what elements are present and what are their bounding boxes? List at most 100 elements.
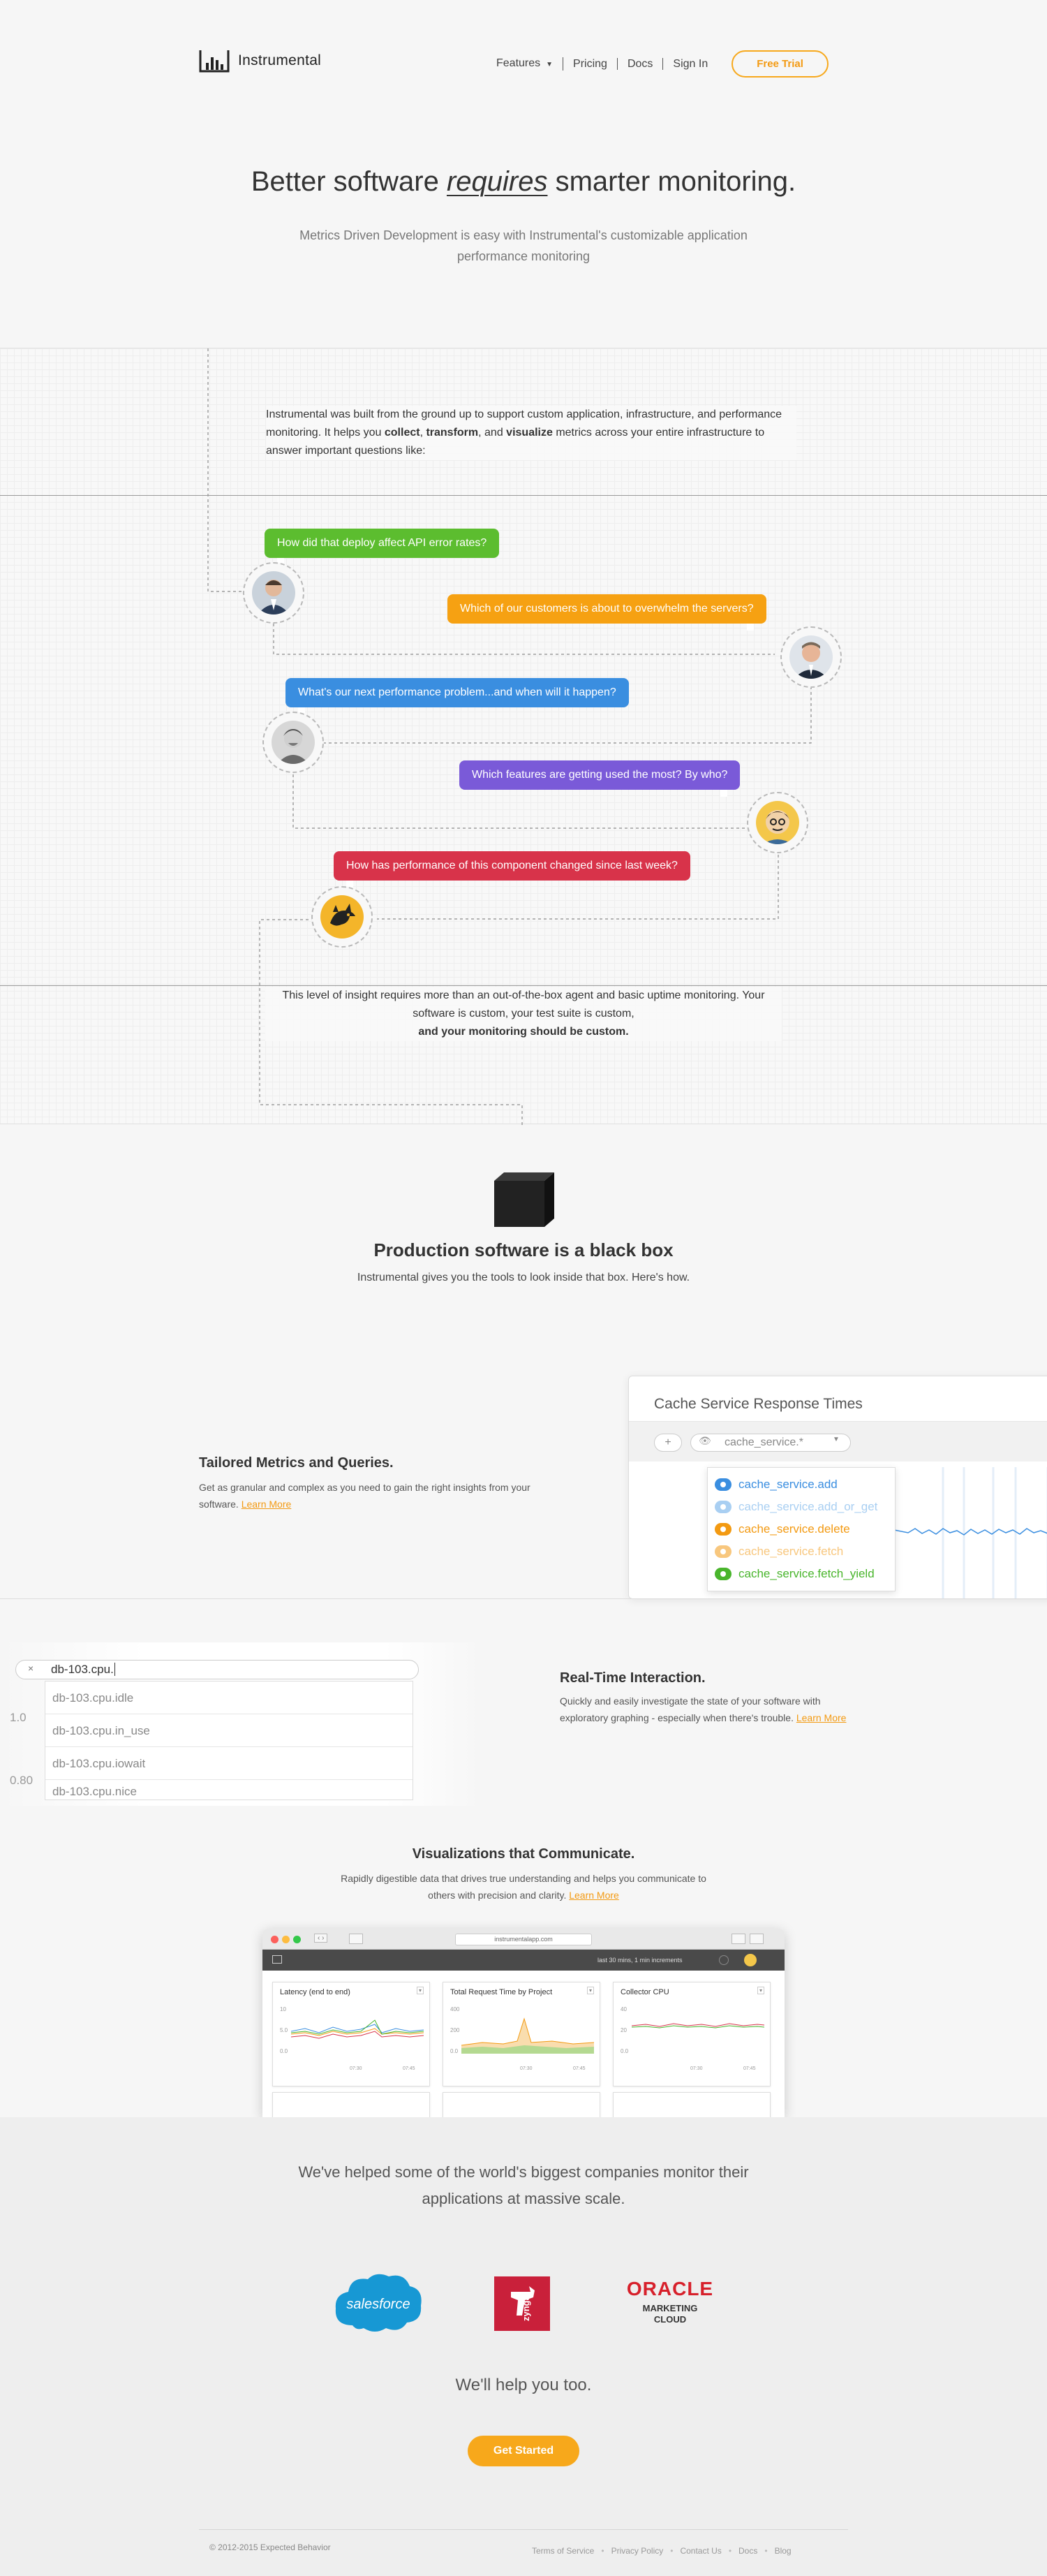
axis-label: 0.0 bbox=[280, 2048, 288, 2054]
footer-divider bbox=[199, 2529, 848, 2530]
questions-section: Instrumental was built from the ground u… bbox=[0, 348, 1047, 1125]
eye-icon bbox=[715, 1545, 732, 1558]
panel-menu-icon[interactable]: ▾ bbox=[757, 1987, 765, 1994]
metric-query-input[interactable]: cache_service.* bbox=[690, 1434, 851, 1452]
feature-body: Rapidly digestible data that drives true… bbox=[341, 1873, 706, 1901]
question-bubble: What's our next performance problem...an… bbox=[285, 678, 629, 714]
autocomplete-item[interactable]: db-103.cpu.iowait bbox=[45, 1747, 413, 1780]
feature-title: Visualizations that Communicate. bbox=[412, 1846, 635, 1862]
axis-label: 5.0 bbox=[280, 2027, 288, 2033]
nav-sign-in[interactable]: Sign In bbox=[663, 58, 718, 70]
feature-body: Get as granular and complex as you need … bbox=[199, 1482, 530, 1510]
graph-panel bbox=[443, 2092, 600, 2117]
sync-icon bbox=[719, 1955, 729, 1965]
person-avatar-icon bbox=[252, 571, 295, 614]
nav-pricing[interactable]: Pricing bbox=[563, 58, 618, 70]
minimize-dot-icon bbox=[282, 1936, 290, 1943]
axis-label: 07:45 bbox=[573, 2066, 586, 2071]
graph-panel: Latency (end to end) ▾ 10 5.0 0.0 07:30 … bbox=[272, 1982, 430, 2086]
question-bubble: Which of our customers is about to overw… bbox=[447, 594, 766, 631]
graph-panel: Collector CPU ▾ 40 20 0.0 07:30 07:45 bbox=[613, 1982, 771, 2086]
feature-title: Real-Time Interaction. bbox=[560, 1670, 706, 1686]
footer-links: Terms of Service • Privacy Policy • Contac… bbox=[532, 2546, 792, 2556]
learn-more-link[interactable]: Learn More bbox=[242, 1499, 292, 1510]
autocomplete-item[interactable]: db-103.cpu.idle bbox=[45, 1681, 413, 1714]
metric-search-input[interactable]: db-103.cpu. bbox=[15, 1660, 419, 1679]
footer-link-docs[interactable]: Docs bbox=[738, 2546, 757, 2556]
autocomplete-list: db-103.cpu.idle db-103.cpu.in_use db-103… bbox=[45, 1681, 413, 1800]
question-bubble: How did that deploy affect API error rat… bbox=[265, 529, 500, 565]
eye-icon bbox=[715, 1501, 732, 1513]
cache-service-card: Cache Service Response Times + cache_ser… bbox=[628, 1376, 1047, 1599]
axis-label: 0.80 bbox=[10, 1774, 34, 1787]
copyright: © 2012-2015 Expected Behavior bbox=[209, 2542, 331, 2552]
oracle-logo: ORACLE MARKETING CLOUD bbox=[626, 2278, 714, 2325]
customers-headline: We've helped some of the world's biggest… bbox=[298, 2163, 749, 2207]
axis-label: 07:30 bbox=[350, 2066, 362, 2071]
footer-link-privacy[interactable]: Privacy Policy bbox=[611, 2546, 664, 2556]
footer-link-terms[interactable]: Terms of Service bbox=[532, 2546, 594, 2556]
brand-logo[interactable]: Instrumental bbox=[199, 49, 321, 73]
dropdown-item[interactable]: cache_service.delete bbox=[708, 1518, 895, 1540]
svg-text:salesforce: salesforce bbox=[346, 2297, 410, 2312]
avatar bbox=[243, 562, 304, 624]
section-divider bbox=[0, 1598, 1047, 1599]
get-started-button[interactable]: Get Started bbox=[468, 2436, 579, 2466]
avatar bbox=[311, 886, 373, 948]
logo-chart-icon bbox=[199, 50, 230, 73]
nav-features[interactable]: Features ▼ bbox=[487, 57, 564, 71]
nav-docs[interactable]: Docs bbox=[618, 58, 664, 70]
question-bubble: How has performance of this component ch… bbox=[334, 851, 690, 888]
chevron-down-icon[interactable]: ▼ bbox=[833, 1436, 840, 1443]
divider-line bbox=[0, 495, 1047, 496]
axis-label: 1.0 bbox=[10, 1711, 27, 1724]
feature-body: Quickly and easily investigate the state… bbox=[560, 1695, 847, 1723]
avatar bbox=[780, 626, 842, 688]
dragon-avatar-icon bbox=[320, 895, 364, 939]
time-range: last 30 mins, 1 min increments bbox=[597, 1957, 683, 1964]
learn-more-link[interactable]: Learn More bbox=[796, 1712, 847, 1723]
browser-mockup: ‹ › instrumentalapp.com last 30 mins, 1 … bbox=[262, 1929, 785, 2117]
free-trial-button[interactable]: Free Trial bbox=[732, 50, 829, 78]
black-box-icon bbox=[494, 1172, 554, 1227]
dropdown-item[interactable]: cache_service.fetch_yield bbox=[708, 1563, 895, 1585]
panel-title: Collector CPU bbox=[621, 1988, 669, 1996]
help-text: We'll help you too. bbox=[455, 2376, 592, 2394]
autocomplete-item[interactable]: db-103.cpu.in_use bbox=[45, 1714, 413, 1747]
dropdown-item[interactable]: cache_service.fetch bbox=[708, 1540, 895, 1563]
cpu-graph bbox=[632, 2023, 764, 2029]
zynga-logo: zynga bbox=[494, 2276, 550, 2331]
dropdown-item[interactable]: cache_service.add_or_get bbox=[708, 1496, 895, 1518]
blackbox-title: Production software is a black box bbox=[373, 1239, 674, 1260]
card-title: Cache Service Response Times bbox=[654, 1396, 863, 1412]
maximize-dot-icon bbox=[293, 1936, 301, 1943]
user-avatar bbox=[744, 1954, 757, 1966]
add-button[interactable]: + bbox=[654, 1434, 682, 1452]
tabs-icon bbox=[750, 1934, 764, 1944]
panel-menu-icon[interactable]: ▾ bbox=[587, 1987, 595, 1994]
hero-title: Better software requires smarter monitor… bbox=[251, 166, 796, 197]
chevron-down-icon: ▼ bbox=[546, 61, 554, 68]
request-time-graph bbox=[461, 2017, 594, 2054]
metric-dropdown: cache_service.add cache_service.add_or_g… bbox=[707, 1467, 896, 1591]
back-forward-icon: ‹ › bbox=[314, 1934, 328, 1943]
axis-label: 10 bbox=[280, 2006, 286, 2012]
axis-label: 07:30 bbox=[520, 2066, 533, 2071]
main-nav: Features ▼ Pricing Docs Sign In Free Tria… bbox=[487, 50, 829, 78]
clear-icon[interactable]: × bbox=[28, 1663, 34, 1674]
footer-link-blog[interactable]: Blog bbox=[775, 2546, 792, 2556]
share-icon bbox=[732, 1934, 745, 1944]
avatar bbox=[747, 792, 808, 853]
footer-link-contact[interactable]: Contact Us bbox=[680, 2546, 721, 2556]
graph-panel bbox=[272, 2092, 430, 2117]
dropdown-item[interactable]: cache_service.add bbox=[708, 1473, 895, 1496]
axis-label: 20 bbox=[621, 2027, 627, 2033]
person-avatar-icon bbox=[789, 635, 833, 679]
axis-label: 200 bbox=[450, 2027, 460, 2033]
autocomplete-item[interactable]: db-103.cpu.nice bbox=[45, 1780, 413, 1799]
close-dot-icon bbox=[271, 1936, 279, 1943]
panel-menu-icon[interactable]: ▾ bbox=[417, 1987, 424, 1994]
question-bubble: Which features are getting used the most… bbox=[459, 760, 741, 797]
outro-text: This level of insight requires more than… bbox=[265, 987, 782, 1041]
learn-more-link[interactable]: Learn More bbox=[569, 1890, 619, 1901]
